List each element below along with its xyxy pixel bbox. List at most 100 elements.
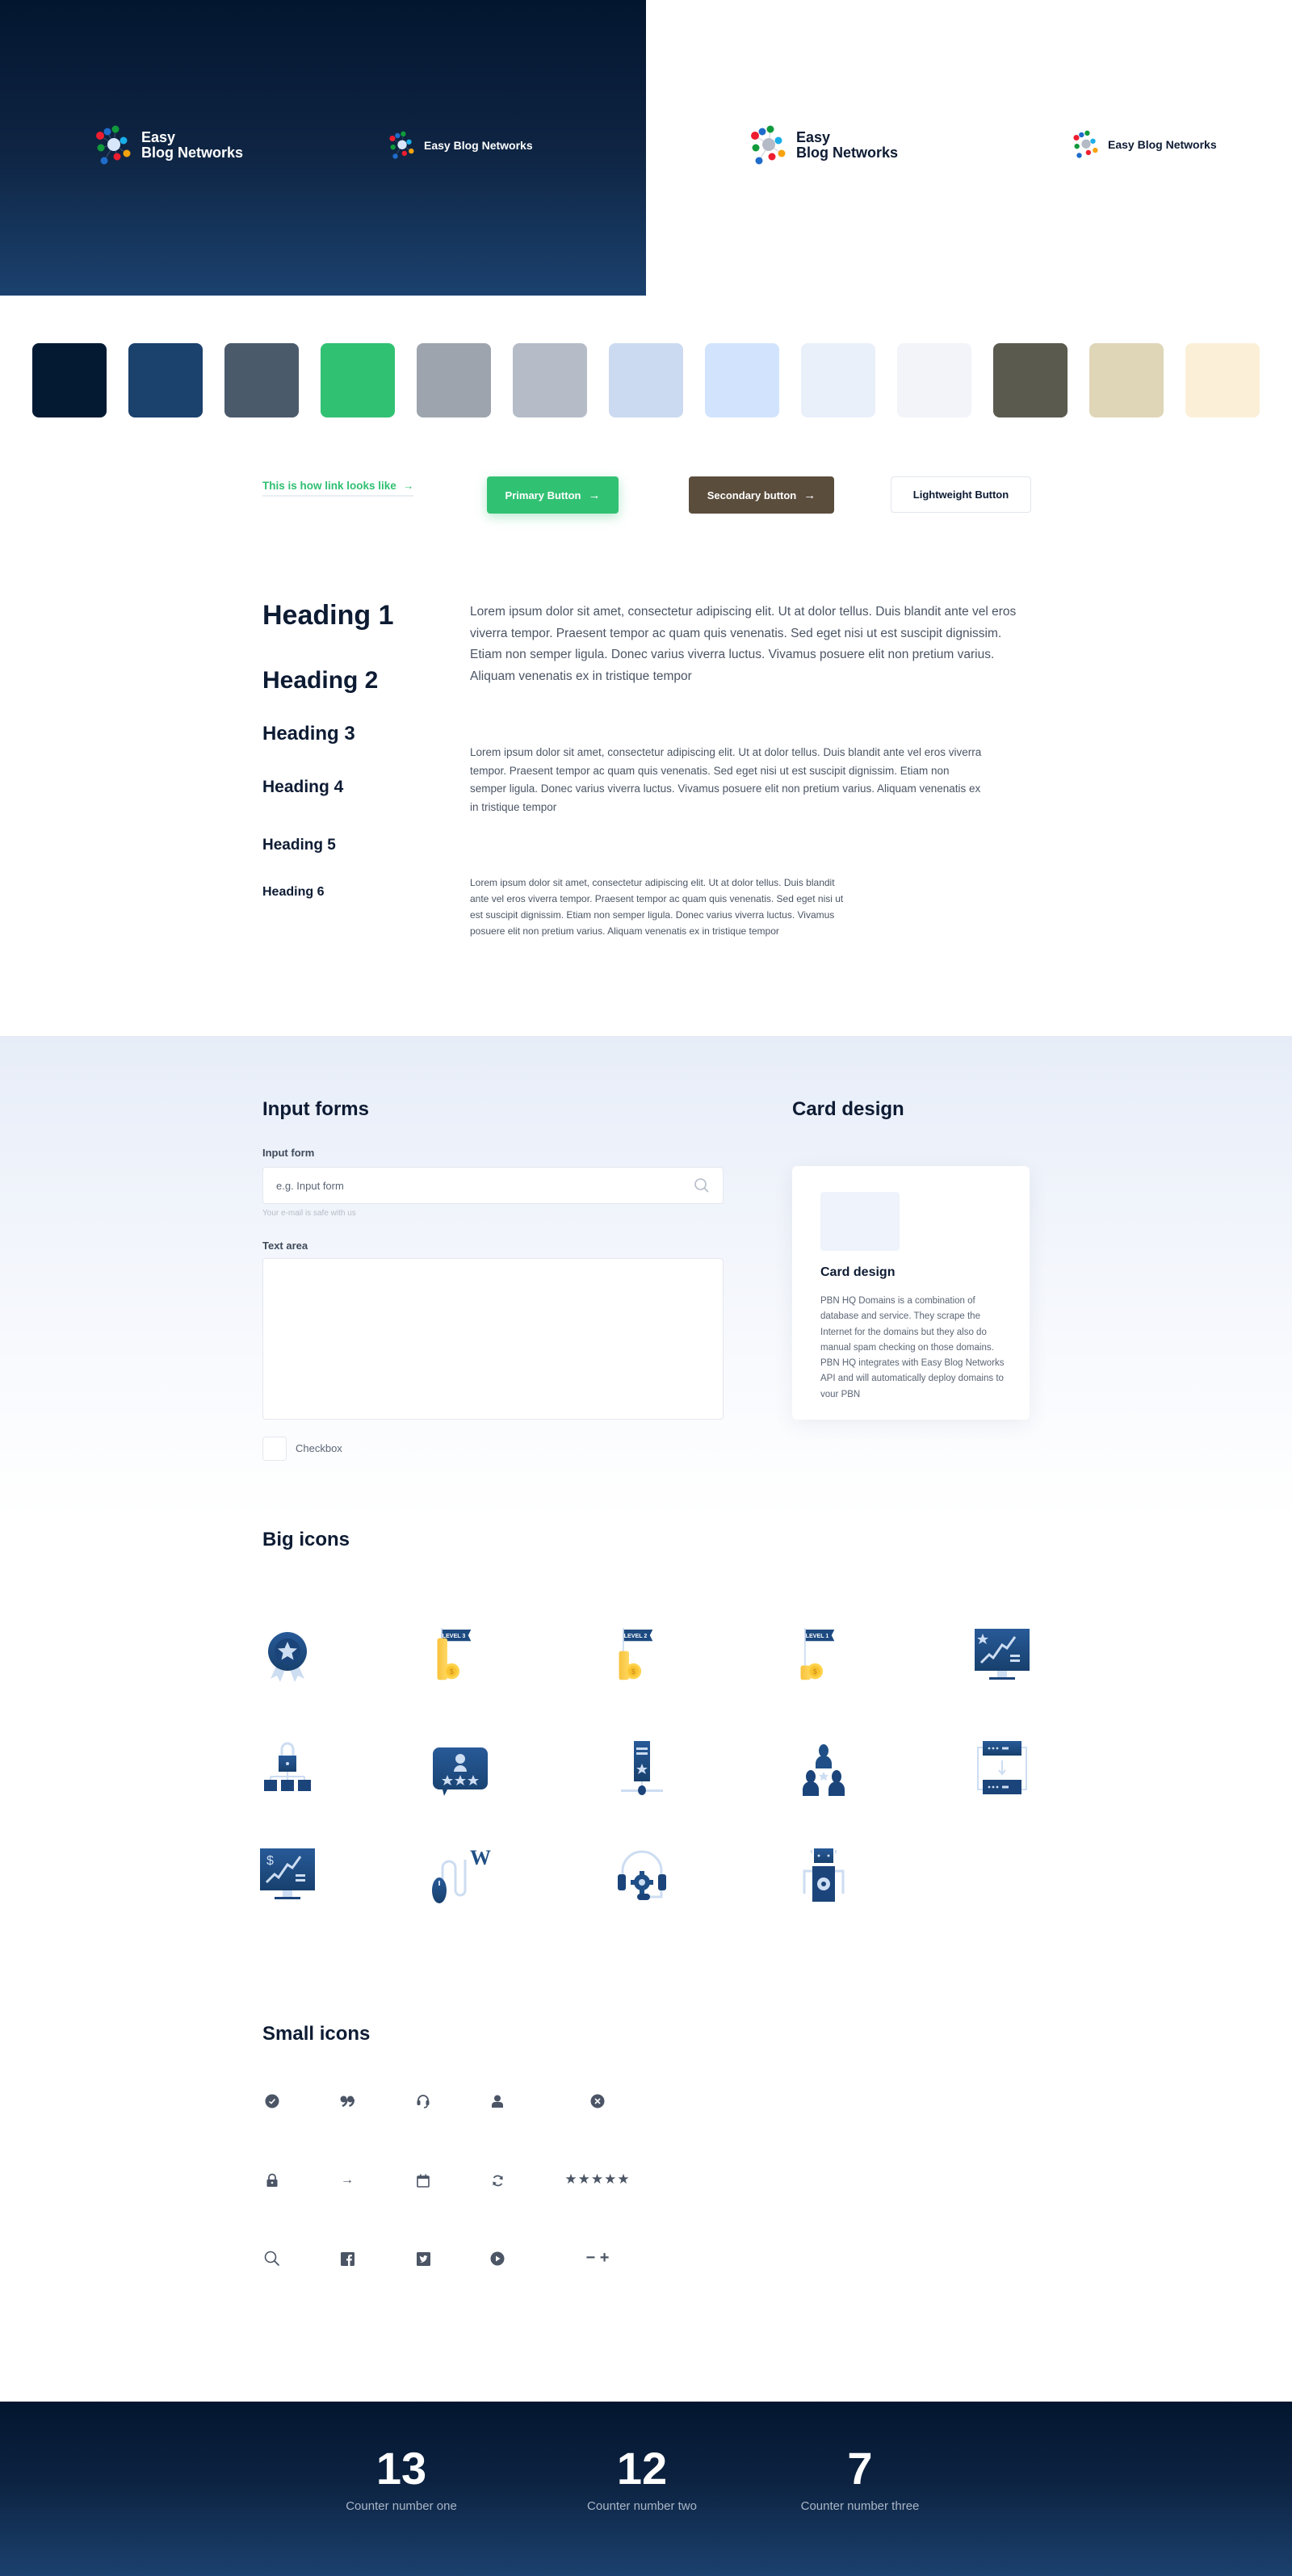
counter-value: 12 — [616, 2443, 668, 2494]
textarea-field[interactable] — [262, 1258, 724, 1420]
robot-icon — [791, 1844, 856, 1908]
color-swatch — [1185, 343, 1260, 417]
level-3-coins-icon: LEVEL 3 $ — [428, 1623, 493, 1688]
color-swatch — [32, 343, 107, 417]
svg-text:LEVEL 3: LEVEL 3 — [443, 1633, 466, 1639]
color-swatch — [1089, 343, 1164, 417]
input-placeholder: e.g. Input form — [276, 1179, 344, 1192]
logo-mark-icon — [389, 131, 414, 159]
counter-value: 7 — [847, 2443, 873, 2494]
input-hint: Your e-mail is safe with us — [262, 1209, 356, 1218]
textarea-label: Text area — [262, 1240, 308, 1252]
close-circle-icon[interactable] — [589, 2093, 606, 2109]
primary-button[interactable]: Primary Button → — [487, 476, 619, 514]
refresh-icon[interactable] — [489, 2172, 506, 2188]
counter-one: 13 Counter number one — [321, 2443, 482, 2514]
calendar-icon — [414, 2172, 432, 2188]
svg-text:LEVEL 1: LEVEL 1 — [806, 1633, 829, 1639]
counter-value: 13 — [375, 2443, 427, 2494]
heading-6: Heading 6 — [262, 885, 325, 899]
search-icon[interactable] — [263, 2250, 281, 2268]
arrow-right-icon: → — [402, 480, 414, 492]
star-rating-icon: ★★★★★ — [564, 2171, 631, 2187]
logo-stacked-dark: Easy Blog Networks — [94, 125, 243, 166]
logo-stacked-light: Easy Blog Networks — [749, 125, 898, 166]
paragraph-medium: Lorem ipsum dolor sit amet, consectetur … — [470, 746, 982, 813]
logo-light-panel: Easy Blog Networks Easy Blog Networks — [646, 0, 1292, 296]
card-body: PBN HQ Domains is a combination of datab… — [820, 1296, 1005, 1397]
logo-text: Easy Blog Networks — [424, 138, 533, 152]
color-swatch — [993, 343, 1068, 417]
sample-card[interactable]: Card design PBN HQ Domains is a combinat… — [792, 1166, 1030, 1420]
forms-title: Input forms — [262, 1098, 369, 1120]
secondary-button[interactable]: Secondary button → — [689, 476, 834, 514]
twitter-icon[interactable] — [414, 2250, 432, 2268]
heading-2: Heading 2 — [262, 667, 379, 694]
level-2-coins-icon: LEVEL 2 $ — [610, 1623, 674, 1688]
quote-icon — [338, 2093, 356, 2109]
svg-text:$: $ — [631, 1668, 636, 1676]
counter-label: Counter number two — [587, 2499, 697, 2513]
heading-5: Heading 5 — [262, 837, 336, 854]
counter-label: Counter number three — [800, 2499, 920, 2513]
color-swatch — [513, 343, 587, 417]
user-icon — [489, 2093, 506, 2109]
logo-showcase: Easy Blog Networks Easy Blog Networks Eas… — [0, 0, 1292, 296]
logo-text: Easy Blog Networks — [1108, 137, 1217, 151]
color-palette — [0, 343, 1292, 417]
lock-icon — [264, 2172, 280, 2188]
revenue-monitor-icon: $ — [255, 1844, 320, 1908]
logo-mark-icon — [751, 125, 786, 165]
button-showcase: This is how link looks like → Primary But… — [0, 462, 1292, 518]
counter-three: 7 Counter number three — [779, 2443, 941, 2514]
heading-4: Heading 4 — [262, 778, 344, 796]
counter-label: Counter number one — [346, 2499, 457, 2513]
wordpress-click-icon: W — [428, 1844, 493, 1908]
growth-monitor-icon — [970, 1623, 1034, 1688]
heading-1: Heading 1 — [262, 600, 394, 631]
svg-text:LEVEL 2: LEVEL 2 — [624, 1633, 648, 1639]
user-review-icon — [428, 1736, 493, 1801]
server-star-icon — [610, 1736, 674, 1801]
support-headset-icon — [610, 1844, 674, 1908]
minus-plus-icon[interactable]: − + — [575, 2249, 620, 2267]
color-swatch — [609, 343, 683, 417]
color-swatch — [417, 343, 491, 417]
play-circle-icon[interactable] — [489, 2250, 506, 2268]
paragraph-large: Lorem ipsum dolor sit amet, consectetur … — [470, 605, 1017, 683]
checkbox[interactable] — [262, 1437, 287, 1461]
headset-icon — [414, 2093, 432, 2109]
arrow-right-icon: → — [588, 488, 601, 502]
secure-network-icon — [255, 1736, 320, 1801]
input-field[interactable]: e.g. Input form — [262, 1167, 724, 1204]
logo-dark-panel: Easy Blog Networks Easy Blog Networks — [0, 0, 646, 296]
paragraph-small: Lorem ipsum dolor sit amet, consectetur … — [470, 877, 844, 937]
facebook-icon[interactable] — [338, 2250, 356, 2268]
search-icon[interactable] — [694, 1177, 710, 1194]
logo-inline-light: Easy Blog Networks — [1072, 130, 1217, 159]
color-swatch — [897, 343, 971, 417]
small-icons-title: Small icons — [262, 2023, 371, 2045]
svg-text:$: $ — [266, 1854, 274, 1868]
lightweight-button[interactable]: Lightweight Button — [891, 476, 1031, 513]
card-section-title: Card design — [792, 1098, 904, 1120]
svg-text:W: W — [470, 1846, 491, 1869]
color-swatch — [224, 343, 299, 417]
sample-link[interactable]: This is how link looks like → — [262, 480, 414, 497]
logo-mark-icon — [96, 125, 131, 165]
arrow-right-icon: → — [803, 488, 816, 502]
logo-text: Easy Blog Networks — [141, 129, 244, 161]
svg-text:$: $ — [813, 1668, 817, 1676]
check-circle-icon — [264, 2093, 280, 2109]
team-icon — [791, 1736, 856, 1801]
logo-inline-dark: Easy Blog Networks — [388, 131, 533, 160]
color-swatch — [705, 343, 779, 417]
big-icons-title: Big icons — [262, 1529, 350, 1550]
checkbox-label: Checkbox — [296, 1442, 342, 1454]
card-image-placeholder — [820, 1192, 900, 1251]
color-swatch — [801, 343, 875, 417]
server-transfer-icon — [970, 1736, 1034, 1801]
svg-text:$: $ — [450, 1668, 454, 1676]
arrow-right-icon: → — [341, 2173, 354, 2187]
counters-section: 13 Counter number one 12 Counter number tw… — [0, 2402, 1292, 2576]
